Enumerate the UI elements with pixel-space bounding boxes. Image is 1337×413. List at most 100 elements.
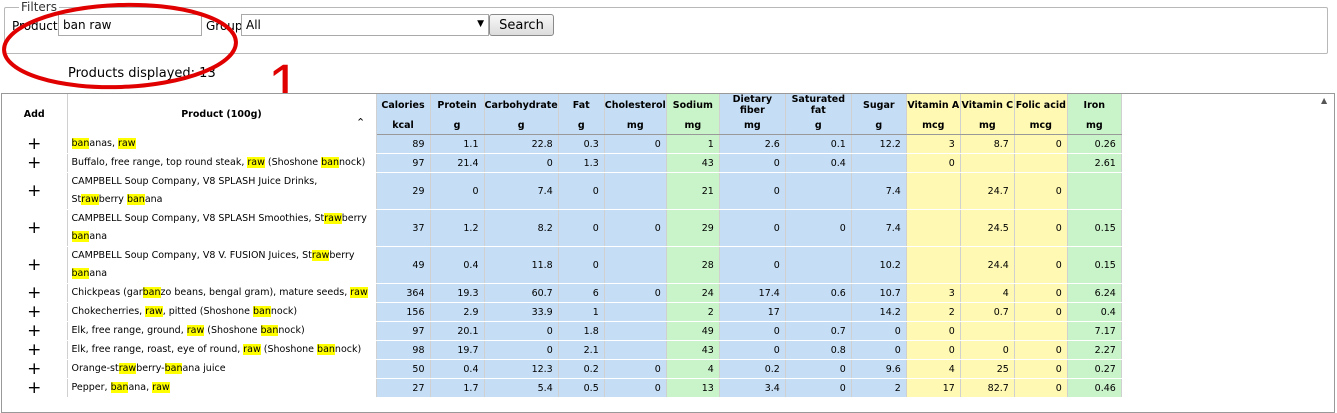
nutrient-value-cell: 24.7 [960, 172, 1015, 210]
product-name-text: ana juice [182, 363, 226, 374]
product-name-cell: Elk, free range, roast, eye of round, ra… [67, 340, 377, 360]
column-header-unit: mg [666, 116, 720, 135]
add-plus-icon[interactable]: + [2, 246, 68, 284]
search-highlight: raw [145, 306, 163, 317]
nutrient-value-cell [604, 321, 667, 341]
nutrient-value-cell: 21.4 [430, 153, 485, 173]
column-header-name[interactable]: Fat [558, 94, 605, 116]
column-header-name[interactable]: Carbohydrate [484, 94, 559, 116]
column-header-name[interactable]: Vitamin C [960, 94, 1015, 116]
nutrient-value-cell [960, 153, 1015, 173]
nutrient-value-cell [785, 172, 852, 210]
column-header-name[interactable]: Folic acid [1014, 94, 1068, 116]
add-plus-icon[interactable]: + [2, 172, 68, 210]
product-name-cell: Buffalo, free range, top round steak, ra… [67, 153, 377, 173]
nutrient-value-cell: 98 [376, 340, 431, 360]
column-header-unit: mg [960, 116, 1015, 135]
add-plus-icon[interactable]: + [2, 283, 68, 303]
nutrient-value-cell: 43 [666, 340, 720, 360]
add-plus-icon[interactable]: + [2, 302, 68, 322]
search-highlight: raw [243, 344, 261, 355]
search-highlight: ban [71, 231, 90, 242]
nutrient-value-cell: 2 [906, 302, 961, 322]
nutrient-value-cell: 28 [666, 246, 720, 284]
nutrient-value-cell: 8.2 [484, 209, 559, 247]
column-header-name[interactable]: Sugar [851, 94, 907, 116]
product-name-text: CAMPBELL Soup Company, V8 V. FUSION Juic… [71, 250, 312, 261]
product-label: Product: [12, 19, 62, 33]
nutrient-value-cell: 17 [906, 378, 961, 398]
nutrient-value-cell: 0 [719, 153, 786, 173]
nutrient-value-cell: 0 [1014, 359, 1068, 379]
column-header-name[interactable]: Cholesterol [604, 94, 667, 116]
scroll-up-arrow-icon[interactable]: ▲ [1321, 96, 1327, 105]
column-header-name[interactable]: Vitamin A [906, 94, 961, 116]
nutrient-value-cell: 0.1 [785, 134, 852, 154]
products-displayed-count: Products displayed: 13 [68, 66, 216, 81]
nutrient-value-cell: 8.7 [960, 134, 1015, 154]
nutrient-value-cell: 0 [604, 209, 667, 247]
nutrient-value-cell: 29 [376, 172, 431, 210]
nutrient-value-cell: 24.5 [960, 209, 1015, 247]
nutrient-value-cell: 2.9 [430, 302, 485, 322]
product-name-text: (Shoshone [204, 325, 261, 336]
nutrient-value-cell: 0 [1014, 134, 1068, 154]
product-name-text: Pepper, [71, 382, 111, 393]
nutrient-value-cell: 0 [1014, 302, 1068, 322]
nutrient-value-cell: 0.4 [430, 246, 485, 284]
add-plus-icon[interactable]: + [2, 134, 68, 154]
nutrient-value-cell: 1.2 [430, 209, 485, 247]
column-header-name[interactable]: Iron [1067, 94, 1122, 116]
column-header-name[interactable]: Sodium [666, 94, 720, 116]
nutrient-value-cell: 0.7 [960, 302, 1015, 322]
nutrient-value-cell [906, 209, 961, 247]
nutrient-value-cell: 1 [666, 134, 720, 154]
nutrient-value-cell: 0.7 [785, 321, 852, 341]
product-search-input[interactable] [58, 14, 202, 36]
search-highlight: raw [81, 194, 99, 205]
search-button[interactable]: Search [489, 14, 554, 36]
nutrient-value-cell: 60.7 [484, 283, 559, 303]
add-plus-icon[interactable]: + [2, 153, 68, 173]
nutrient-value-cell [785, 302, 852, 322]
nutrient-value-cell: 7.4 [851, 172, 907, 210]
search-highlight: ban [260, 325, 279, 336]
product-name-text: , pitted (Shoshone [162, 306, 253, 317]
nutrient-value-cell [604, 153, 667, 173]
nutrient-value-cell [1014, 153, 1068, 173]
nutrient-value-cell: 0 [1014, 172, 1068, 210]
product-column-header[interactable]: Product (100g) [67, 94, 377, 135]
nutrient-value-cell: 0 [906, 321, 961, 341]
group-select[interactable]: All ▼ [241, 14, 489, 36]
column-header-unit: mcg [1014, 116, 1068, 135]
table-row: + bananas, raw 89 1.1 22.8 0.3 0 1 2.6 0.1 12.2 3 8.… [2, 134, 1122, 154]
column-header-name[interactable]: Dietary fiber [719, 94, 786, 116]
search-highlight: ban [126, 194, 145, 205]
nutrient-value-cell: 3 [906, 134, 961, 154]
add-plus-icon[interactable]: + [2, 209, 68, 247]
column-header-name[interactable]: Calories [376, 94, 431, 116]
add-plus-icon[interactable]: + [2, 340, 68, 360]
column-header-name[interactable]: Saturated fat [785, 94, 852, 116]
product-name-text: berry [329, 250, 355, 261]
nutrient-value-cell: 0 [484, 340, 559, 360]
nutrient-value-cell: 1.1 [430, 134, 485, 154]
nutrient-value-cell: 7.17 [1067, 321, 1122, 341]
sort-ascending-icon[interactable]: ⌃ [356, 116, 365, 129]
product-name-text: berry [98, 194, 127, 205]
add-plus-icon[interactable]: + [2, 378, 68, 398]
add-plus-icon[interactable]: + [2, 321, 68, 341]
nutrient-value-cell: 0.15 [1067, 209, 1122, 247]
add-plus-icon[interactable]: + [2, 359, 68, 379]
search-highlight: ban [321, 157, 340, 168]
nutrient-value-cell: 12.2 [851, 134, 907, 154]
nutrient-value-cell: 0.4 [430, 359, 485, 379]
column-header-name[interactable]: Protein [430, 94, 485, 116]
nutrient-value-cell: 0 [1014, 378, 1068, 398]
nutrient-value-cell: 11.8 [484, 246, 559, 284]
nutrient-value-cell: 7.4 [484, 172, 559, 210]
table-row: + Orange-strawberry-banana juice 50 0.4 12.3… [2, 359, 1122, 379]
product-name-cell: CAMPBELL Soup Company, V8 SPLASH Juice D… [67, 172, 377, 210]
nutrient-value-cell: 4 [906, 359, 961, 379]
column-header-unit: g [851, 116, 907, 135]
